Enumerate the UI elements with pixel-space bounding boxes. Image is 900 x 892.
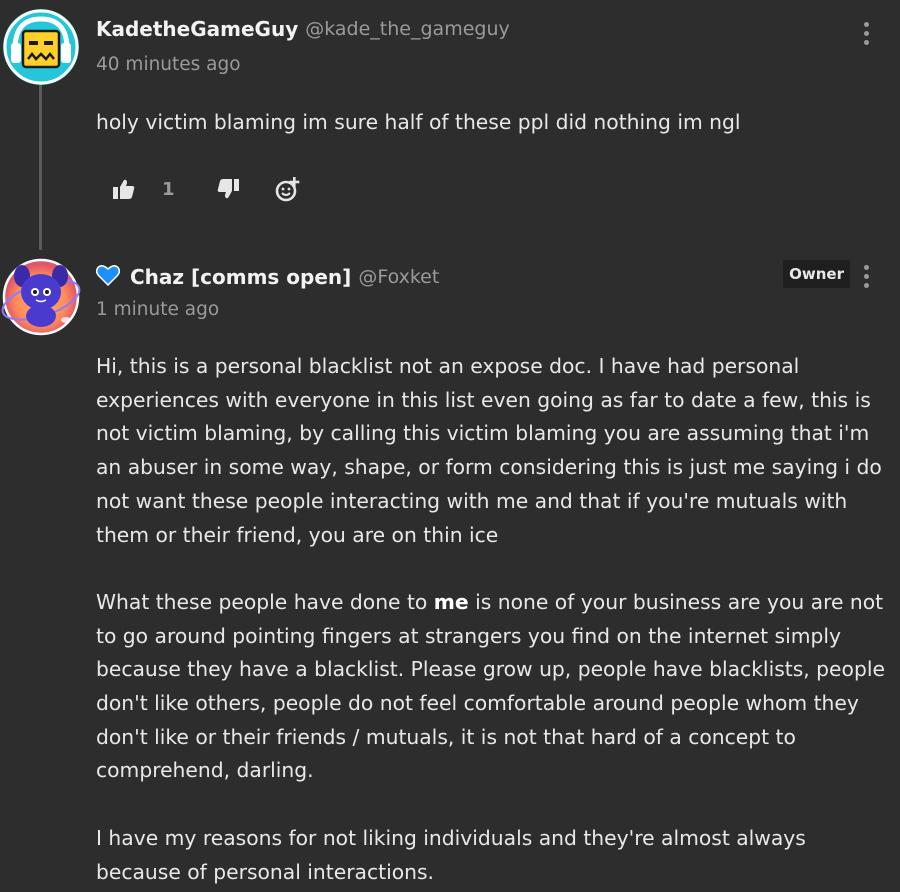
thumbs-up-icon[interactable]	[113, 179, 135, 199]
comment-body: Hi, this is a personal blacklist not an …	[96, 350, 886, 892]
comment-body: holy victim blaming im sure half of thes…	[96, 106, 886, 173]
comment-paragraph: holy victim blaming im sure half of thes…	[96, 110, 741, 134]
text-span: is none of your business are you are not…	[96, 589, 885, 783]
comment-thread: KadetheGameGuy @kade_the_gameguy 40 minu…	[0, 0, 900, 892]
username[interactable]: KadetheGameGuy	[96, 17, 298, 41]
blue-heart-icon	[95, 264, 121, 290]
bold-text: me	[433, 589, 469, 614]
comment-header: Chaz [comms open] @Foxket	[95, 264, 439, 290]
purple-creature-avatar[interactable]	[0, 254, 82, 336]
comment-actions: 1	[113, 176, 301, 202]
more-options-icon[interactable]	[864, 22, 870, 49]
comment-paragraph: What these people have done to me is non…	[96, 586, 886, 788]
comment-paragraph: Hi, this is a personal blacklist not an …	[96, 354, 882, 547]
text-span: What these people have done to	[96, 589, 434, 614]
username[interactable]: Chaz [comms open]	[130, 265, 351, 289]
more-options-icon[interactable]	[864, 265, 870, 292]
add-reaction-icon[interactable]	[275, 176, 301, 202]
user-handle[interactable]: @kade_the_gameguy	[305, 18, 510, 40]
like-count: 1	[162, 178, 175, 200]
gameguy-avatar[interactable]	[3, 9, 79, 85]
comment-paragraph: I have my reasons for not liking individ…	[96, 825, 806, 884]
timestamp: 1 minute ago	[96, 299, 220, 320]
thumbs-down-icon[interactable]	[217, 179, 239, 199]
owner-badge: Owner	[783, 260, 850, 288]
timestamp: 40 minutes ago	[96, 54, 241, 75]
comment-header: KadetheGameGuy @kade_the_gameguy	[96, 17, 510, 41]
user-handle[interactable]: @Foxket	[358, 266, 439, 288]
thread-connector-line	[39, 78, 42, 250]
